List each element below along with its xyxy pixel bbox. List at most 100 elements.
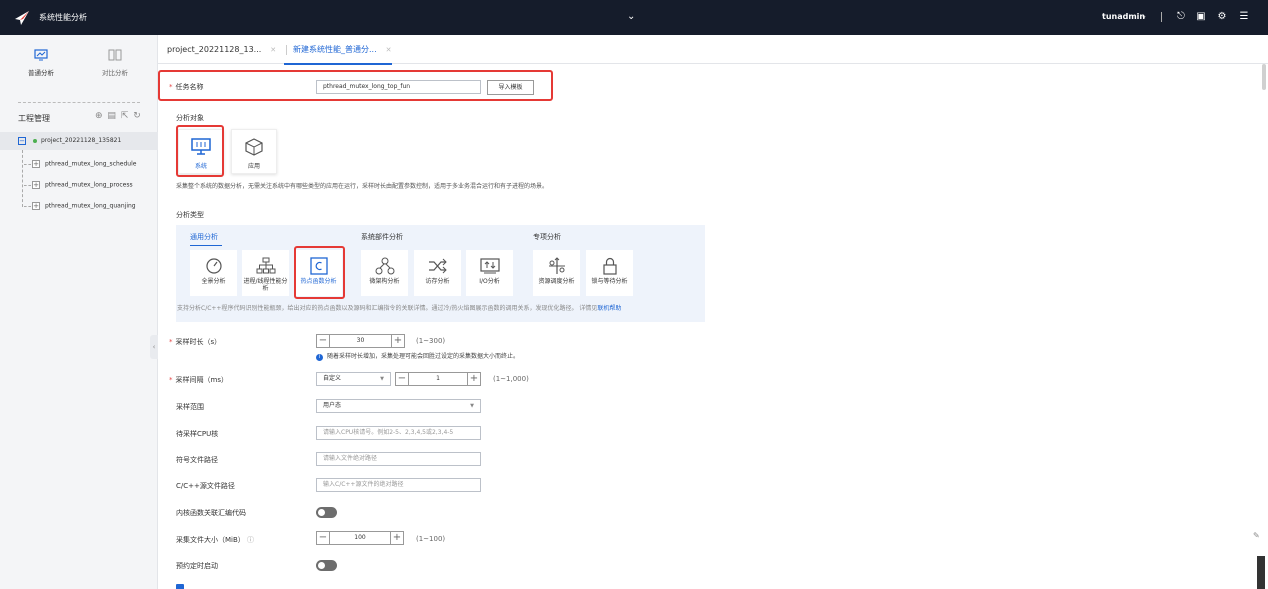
import-template-button[interactable]: 导入模板	[487, 80, 534, 95]
logo-icon[interactable]	[14, 10, 30, 26]
mode-tab-normal[interactable]: 普通分析	[16, 49, 66, 77]
tree-line	[22, 150, 23, 207]
type-label: 微架构分析	[369, 278, 400, 285]
user-menu[interactable]: tunadmin	[1102, 12, 1145, 21]
close-icon[interactable]: ✕	[270, 46, 276, 54]
category-general[interactable]: 通用分析	[190, 232, 222, 246]
help-link[interactable]: 联机帮助	[597, 305, 621, 312]
schedule-icon	[548, 257, 565, 274]
kernel-asm-toggle[interactable]	[316, 507, 337, 518]
type-label: 锁与等待分析	[591, 278, 628, 285]
checkbox[interactable]	[176, 584, 184, 589]
chevron-down-icon[interactable]: ⌄	[627, 11, 635, 22]
decrement-button[interactable]: −	[395, 372, 409, 386]
menu-icon[interactable]: ☰	[1238, 11, 1250, 23]
filesize-label: 采集文件大小（MiB） ⓘ	[176, 536, 255, 544]
schedule-label: 预约定时启动	[176, 562, 218, 570]
mode-tab-compare[interactable]: 对比分析	[90, 49, 140, 77]
cpu-label: 待采样CPU核	[176, 430, 219, 438]
tab-project[interactable]: project_20221128_13... ✕	[158, 35, 276, 64]
scrollbar[interactable]	[1262, 64, 1266, 90]
caret-down-icon: ▼	[380, 376, 384, 382]
type-memory-access[interactable]: 访存分析	[414, 250, 461, 296]
gear-icon[interactable]: ⚙	[1216, 11, 1228, 23]
filesize-input[interactable]: 100	[330, 531, 390, 545]
target-application-card[interactable]: 应用	[231, 129, 277, 174]
task-item[interactable]: + pthread_mutex_long_process	[24, 181, 133, 189]
refresh-icon[interactable]: ↻	[133, 111, 141, 121]
interval-mode-select[interactable]: 自定义 ▼	[316, 372, 391, 386]
gauge-icon	[205, 258, 222, 274]
tab-new-analysis[interactable]: 新建系统性能_普通分... ✕	[284, 35, 392, 65]
feedback-icon[interactable]: ✎	[1253, 531, 1263, 543]
collapse-sidebar-handle[interactable]: ‹	[150, 335, 158, 359]
mode-label: 对比分析	[102, 69, 128, 77]
side-panel-handle[interactable]	[1257, 556, 1265, 589]
decrement-button[interactable]: −	[316, 531, 330, 545]
close-icon[interactable]: ✕	[386, 46, 392, 54]
expand-icon[interactable]: +	[32, 181, 40, 189]
category-component[interactable]: 系统部件分析	[361, 232, 403, 242]
task-item[interactable]: + pthread_mutex_long_quanjing	[24, 202, 136, 210]
type-process-thread[interactable]: 进程/线程性能分析	[242, 250, 289, 296]
duration-input[interactable]: 30	[330, 334, 391, 348]
duration-stepper: − 30 +	[316, 334, 405, 348]
tab-label: project_20221128_13...	[167, 45, 262, 54]
type-label: 分析类型	[176, 211, 204, 219]
increment-button[interactable]: +	[467, 372, 481, 386]
highlight-box-system	[176, 125, 224, 177]
filesize-stepper: − 100 +	[316, 531, 404, 545]
decrement-button[interactable]: −	[316, 334, 330, 348]
cube-icon	[245, 138, 263, 156]
status-dot	[33, 139, 37, 143]
type-io[interactable]: I/O分析	[466, 250, 513, 296]
tab-bar: project_20221128_13... ✕ 新建系统性能_普通分... ✕	[158, 35, 1268, 65]
type-label: 资源调度分析	[538, 278, 575, 285]
expand-icon[interactable]: +	[32, 202, 40, 210]
expand-icon[interactable]: +	[32, 160, 40, 168]
type-resource-schedule[interactable]: 资源调度分析	[533, 250, 580, 296]
type-overview[interactable]: 全景分析	[190, 250, 237, 296]
project-root-label: project_20221128_135821	[41, 137, 122, 144]
cpu-input[interactable]: 请输入CPU核请号。例如2-5、2,3,4,5或2,3,4-5	[316, 426, 481, 440]
duration-note: i 随着采样时长增加，采集处理可能会回胜过设定的采集数据大小而终止。	[316, 351, 519, 361]
tab-label: 新建系统性能_普通分...	[293, 45, 377, 54]
mode-label: 普通分析	[28, 69, 54, 77]
category-special[interactable]: 专项分析	[533, 232, 561, 242]
highlight-box-hotspot	[294, 246, 345, 299]
logout-icon[interactable]: ⎋	[1175, 11, 1187, 23]
task-label: pthread_mutex_long_schedule	[45, 160, 137, 168]
task-item[interactable]: + pthread_mutex_long_schedule	[24, 160, 136, 168]
user-chevron-icon[interactable]: ⌄	[1141, 12, 1147, 20]
increment-button[interactable]: +	[391, 334, 405, 348]
add-icon[interactable]: ⊕	[95, 111, 103, 121]
type-microarch[interactable]: 微架构分析	[361, 250, 408, 296]
nodes-icon	[375, 257, 394, 275]
type-label: 进程/线程性能分析	[243, 278, 288, 292]
io-icon	[479, 258, 500, 274]
type-label: I/O分析	[479, 278, 500, 285]
project-toolbar: ⊕ ▤ ⇱ ↻	[95, 111, 143, 121]
symbol-path-input[interactable]: 请输入文件绝对路径	[316, 452, 481, 466]
chart-icon	[34, 49, 48, 61]
schedule-toggle[interactable]	[316, 560, 337, 571]
task-name-input[interactable]: pthread_mutex_long_top_fun	[316, 80, 481, 94]
source-path-input[interactable]: 输入C/C++源文件的绝对路径	[316, 478, 481, 492]
info-icon: i	[316, 354, 323, 361]
export-icon[interactable]: ⇱	[121, 111, 129, 121]
type-lock-wait[interactable]: 锁与等待分析	[586, 250, 633, 296]
type-label: 访存分析	[425, 278, 450, 285]
import-icon[interactable]: ▤	[107, 111, 116, 121]
task-label: pthread_mutex_long_process	[45, 181, 133, 189]
scope-select[interactable]: 用户态 ▼	[316, 399, 481, 413]
shuffle-icon	[428, 258, 447, 274]
divider	[1161, 12, 1162, 22]
project-root-item[interactable]: − project_20221128_135821	[0, 132, 158, 150]
target-label: 应用	[247, 163, 260, 170]
interval-input[interactable]: 1	[409, 372, 467, 386]
increment-button[interactable]: +	[390, 531, 404, 545]
task-label: pthread_mutex_long_quanjing	[45, 202, 136, 210]
analysis-type-panel: 通用分析 系统部件分析 专项分析 全景分析 进程/线程性能分析 热点函数分析 微…	[176, 225, 705, 322]
document-icon[interactable]: ▣	[1195, 11, 1207, 23]
collapse-icon[interactable]: −	[18, 137, 26, 145]
